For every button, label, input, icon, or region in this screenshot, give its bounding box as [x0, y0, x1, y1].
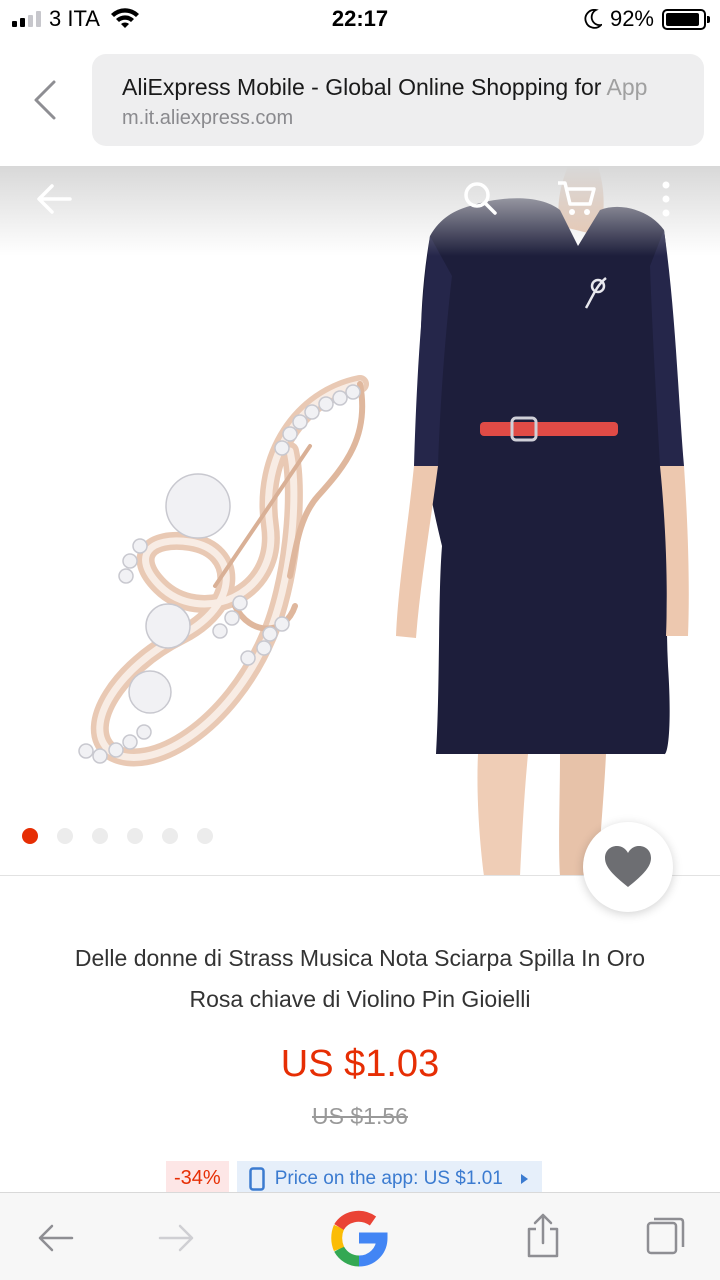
page-title: AliExpress Mobile - Global Online Shoppi…	[122, 74, 648, 100]
caret-right-icon	[520, 1174, 528, 1184]
gallery-dot[interactable]	[127, 828, 143, 844]
battery-percent: 92%	[609, 6, 654, 31]
browser-toolbar	[0, 1192, 720, 1280]
gallery-dot[interactable]	[197, 828, 213, 844]
product-price: US $1.03	[280, 1043, 440, 1085]
gallery-dot[interactable]	[22, 828, 38, 844]
moon-icon	[584, 9, 602, 29]
product-image-gallery[interactable]	[0, 166, 720, 876]
wishlist-button[interactable]	[583, 822, 673, 912]
product-title: Delle donne di Strass Musica Nota Sciarp…	[74, 945, 646, 1012]
back-arrow-icon[interactable]	[34, 182, 74, 216]
google-logo-icon[interactable]	[330, 1209, 388, 1267]
heart-icon	[605, 846, 651, 887]
more-icon[interactable]	[658, 180, 674, 218]
phone-icon	[248, 1167, 265, 1191]
cart-icon[interactable]	[556, 178, 596, 218]
original-price: US $1.56	[312, 1103, 408, 1129]
battery-icon	[662, 8, 710, 30]
browser-back-icon[interactable]	[36, 1221, 76, 1255]
gallery-dot[interactable]	[162, 828, 178, 844]
browser-address-bar: AliExpress Mobile - Global Online Shoppi…	[0, 40, 720, 166]
status-bar: 3 ITA 22:17 92%	[0, 0, 720, 40]
page-domain: m.it.aliexpress.com	[122, 107, 294, 129]
battery-level	[666, 12, 700, 26]
gallery-pagination[interactable]	[22, 828, 213, 844]
url-field[interactable]: AliExpress Mobile - Global Online Shoppi…	[92, 54, 704, 146]
browser-back-chevron-icon[interactable]	[26, 78, 66, 122]
search-icon[interactable]	[462, 180, 498, 216]
share-icon[interactable]	[524, 1213, 562, 1259]
product-image	[78, 166, 689, 876]
gallery-dot[interactable]	[57, 828, 73, 844]
tabs-icon[interactable]	[644, 1215, 686, 1257]
browser-forward-icon[interactable]	[156, 1221, 196, 1255]
gallery-dot[interactable]	[92, 828, 108, 844]
app-price-label: Price on the app: US $1.01	[274, 1168, 503, 1189]
